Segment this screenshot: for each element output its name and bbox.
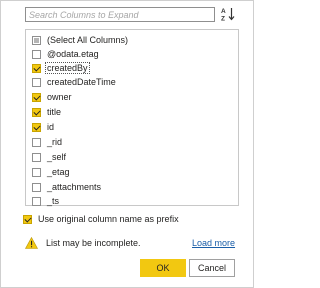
column-item[interactable]: title bbox=[32, 105, 62, 119]
column-label: id bbox=[47, 122, 55, 132]
column-checkbox[interactable] bbox=[32, 196, 41, 206]
svg-text:A: A bbox=[221, 8, 226, 15]
column-checkbox[interactable] bbox=[32, 137, 41, 147]
column-label: createdBy bbox=[45, 62, 90, 74]
search-input[interactable] bbox=[26, 8, 214, 21]
column-checkbox[interactable] bbox=[32, 92, 41, 102]
warning-text: List may be incomplete. bbox=[46, 238, 141, 248]
column-checkbox[interactable] bbox=[32, 167, 41, 177]
prefix-label: Use original column name as prefix bbox=[38, 214, 179, 224]
column-checkbox[interactable] bbox=[32, 49, 41, 59]
column-item-select-all[interactable]: (Select All Columns) bbox=[32, 33, 129, 47]
column-item[interactable]: createdDateTime bbox=[32, 75, 117, 89]
column-item[interactable]: owner bbox=[32, 90, 73, 104]
column-checkbox[interactable] bbox=[32, 63, 41, 73]
cancel-button[interactable]: Cancel bbox=[189, 259, 235, 277]
column-item[interactable]: createdBy bbox=[32, 61, 90, 75]
expand-columns-dialog: A Z (Select All Columns) @odata.etag cre… bbox=[0, 0, 254, 288]
search-box[interactable] bbox=[25, 7, 215, 22]
column-checkbox[interactable] bbox=[32, 122, 41, 132]
column-item[interactable]: _ts bbox=[32, 194, 60, 208]
column-label: _rid bbox=[47, 137, 63, 147]
column-checkbox[interactable] bbox=[32, 107, 41, 117]
column-label: createdDateTime bbox=[47, 77, 116, 87]
warning-icon bbox=[25, 237, 38, 249]
prefix-checkbox[interactable] bbox=[23, 214, 32, 224]
column-list[interactable]: (Select All Columns) @odata.etag created… bbox=[25, 29, 239, 206]
svg-text:Z: Z bbox=[221, 16, 225, 23]
sort-button[interactable]: A Z bbox=[219, 5, 237, 23]
column-label: _attachments bbox=[47, 182, 102, 192]
load-more-link[interactable]: Load more bbox=[192, 238, 235, 248]
column-item[interactable]: id bbox=[32, 120, 55, 134]
column-item[interactable]: _rid bbox=[32, 135, 63, 149]
column-label: @odata.etag bbox=[47, 49, 99, 59]
column-checkbox[interactable] bbox=[32, 77, 41, 87]
column-checkbox[interactable] bbox=[32, 152, 41, 162]
column-label: title bbox=[47, 107, 62, 117]
column-checkbox[interactable] bbox=[32, 182, 41, 192]
ok-button[interactable]: OK bbox=[140, 259, 186, 277]
prefix-option[interactable]: Use original column name as prefix bbox=[23, 212, 180, 226]
column-item[interactable]: _attachments bbox=[32, 180, 102, 194]
column-label: _ts bbox=[47, 196, 60, 206]
column-item[interactable]: _self bbox=[32, 150, 67, 164]
column-label: _self bbox=[47, 152, 67, 162]
incomplete-warning: List may be incomplete. bbox=[25, 236, 141, 250]
column-label: owner bbox=[47, 92, 72, 102]
sort-az-icon: A Z bbox=[221, 8, 235, 23]
column-item[interactable]: _etag bbox=[32, 165, 71, 179]
column-item[interactable]: @odata.etag bbox=[32, 47, 100, 61]
column-label: (Select All Columns) bbox=[47, 35, 129, 45]
select-all-checkbox[interactable] bbox=[32, 35, 41, 45]
column-label: _etag bbox=[47, 167, 70, 177]
